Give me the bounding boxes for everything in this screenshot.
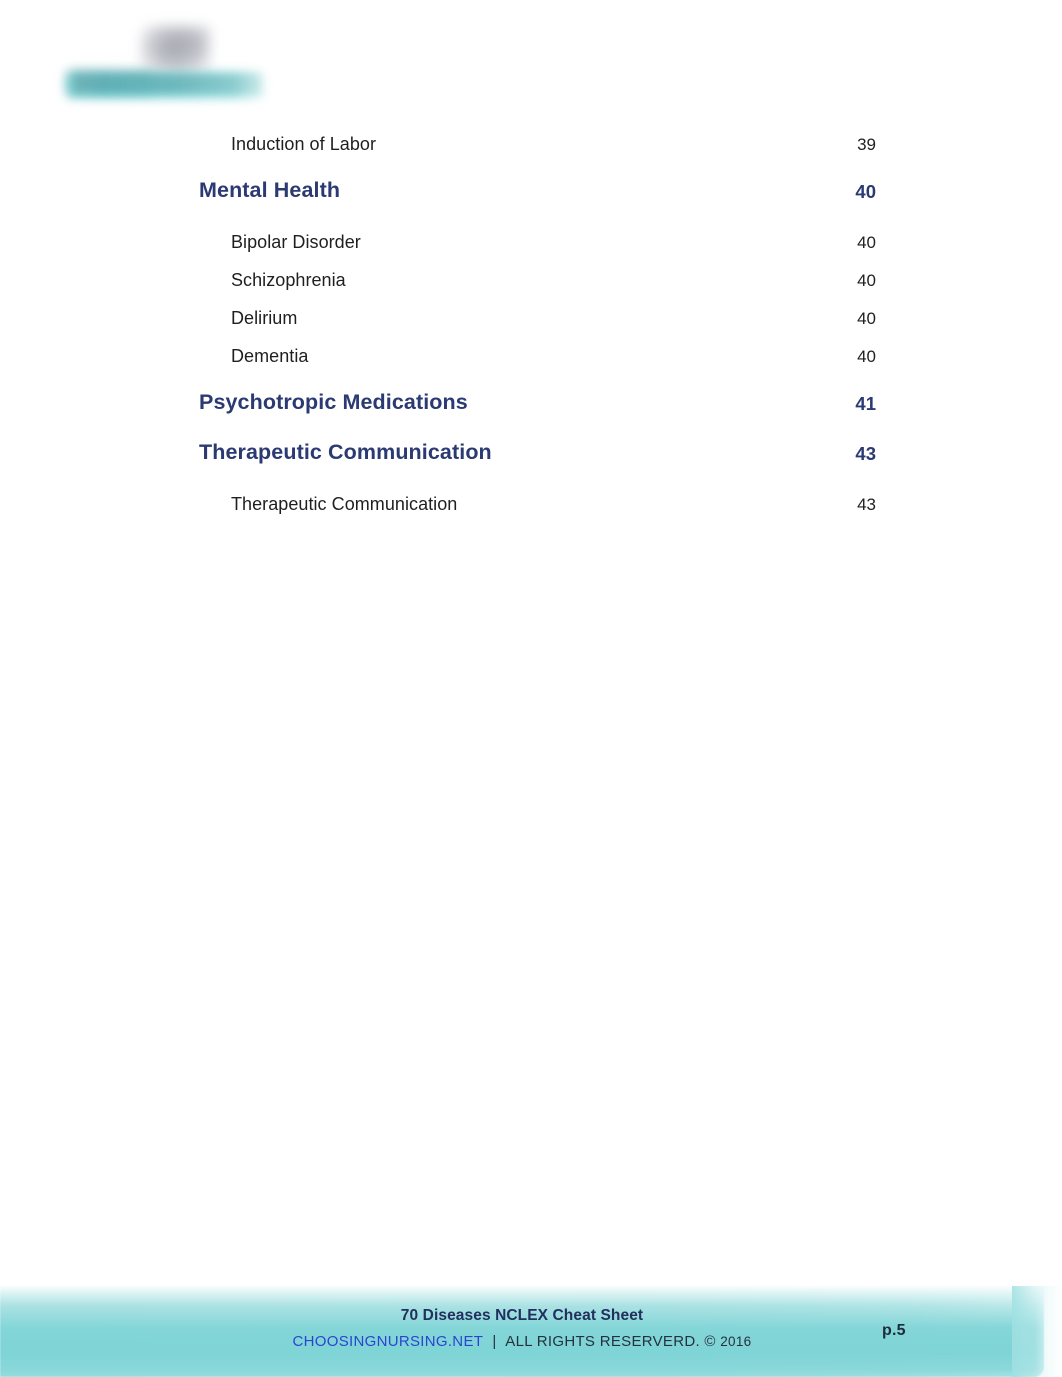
footer-rights: ALL RIGHTS RESERVERD. © <box>505 1333 716 1350</box>
toc-entry-page-number: 40 <box>857 233 876 252</box>
table-of-contents: Induction of Labor 39 Mental Health 40 Bipol… <box>0 134 1062 532</box>
toc-entry-page-number: 40 <box>857 309 876 328</box>
toc-entry-label: Delirium <box>231 308 298 328</box>
toc-entry-page-number: 39 <box>857 135 876 154</box>
toc-entry-page-number: 40 <box>857 347 876 366</box>
footer-site-link[interactable]: CHOOSINGNURSING.NET <box>293 1333 483 1350</box>
toc-entry-label: Psychotropic Medications <box>199 390 468 414</box>
toc-entry-row[interactable]: Dementia 40 <box>0 346 1062 384</box>
toc-entry-label: Therapeutic Communication <box>231 494 458 514</box>
toc-entry-row[interactable]: Delirium 40 <box>0 308 1062 346</box>
toc-entry-label: Schizophrenia <box>231 270 346 290</box>
toc-section-row[interactable]: Therapeutic Communication 43 <box>0 440 1062 490</box>
footer-separator: | <box>492 1333 497 1350</box>
toc-entry-page-number: 40 <box>857 271 876 290</box>
toc-entry-label: Induction of Labor <box>231 134 377 154</box>
toc-entry-page-number: 43 <box>857 495 876 514</box>
toc-entry-row[interactable]: Bipolar Disorder 40 <box>0 232 1062 270</box>
page-number: p.5 <box>882 1322 906 1339</box>
choosingnursing-logo <box>62 22 277 118</box>
toc-entry-row[interactable]: Induction of Labor 39 <box>0 134 1062 172</box>
toc-entry-label: Mental Health <box>199 178 341 202</box>
toc-entry-label: Dementia <box>231 346 309 366</box>
toc-section-row[interactable]: Mental Health 40 <box>0 178 1062 228</box>
toc-section-row[interactable]: Psychotropic Medications 41 <box>0 390 1062 440</box>
toc-entry-row[interactable]: Schizophrenia 40 <box>0 270 1062 308</box>
toc-entry-label: Bipolar Disorder <box>231 232 361 252</box>
toc-entry-page-number: 43 <box>855 443 876 464</box>
toc-entry-row[interactable]: Therapeutic Communication 43 <box>0 494 1062 532</box>
toc-entry-label: Therapeutic Communication <box>199 440 492 464</box>
toc-entry-page-number: 40 <box>855 181 876 202</box>
toc-entry-page-number: 41 <box>855 393 876 414</box>
document-page: Induction of Labor 39 Mental Health 40 Bipol… <box>0 0 1062 1377</box>
logo-wordmark <box>74 74 260 92</box>
footer-year: 2016 <box>720 1334 752 1349</box>
